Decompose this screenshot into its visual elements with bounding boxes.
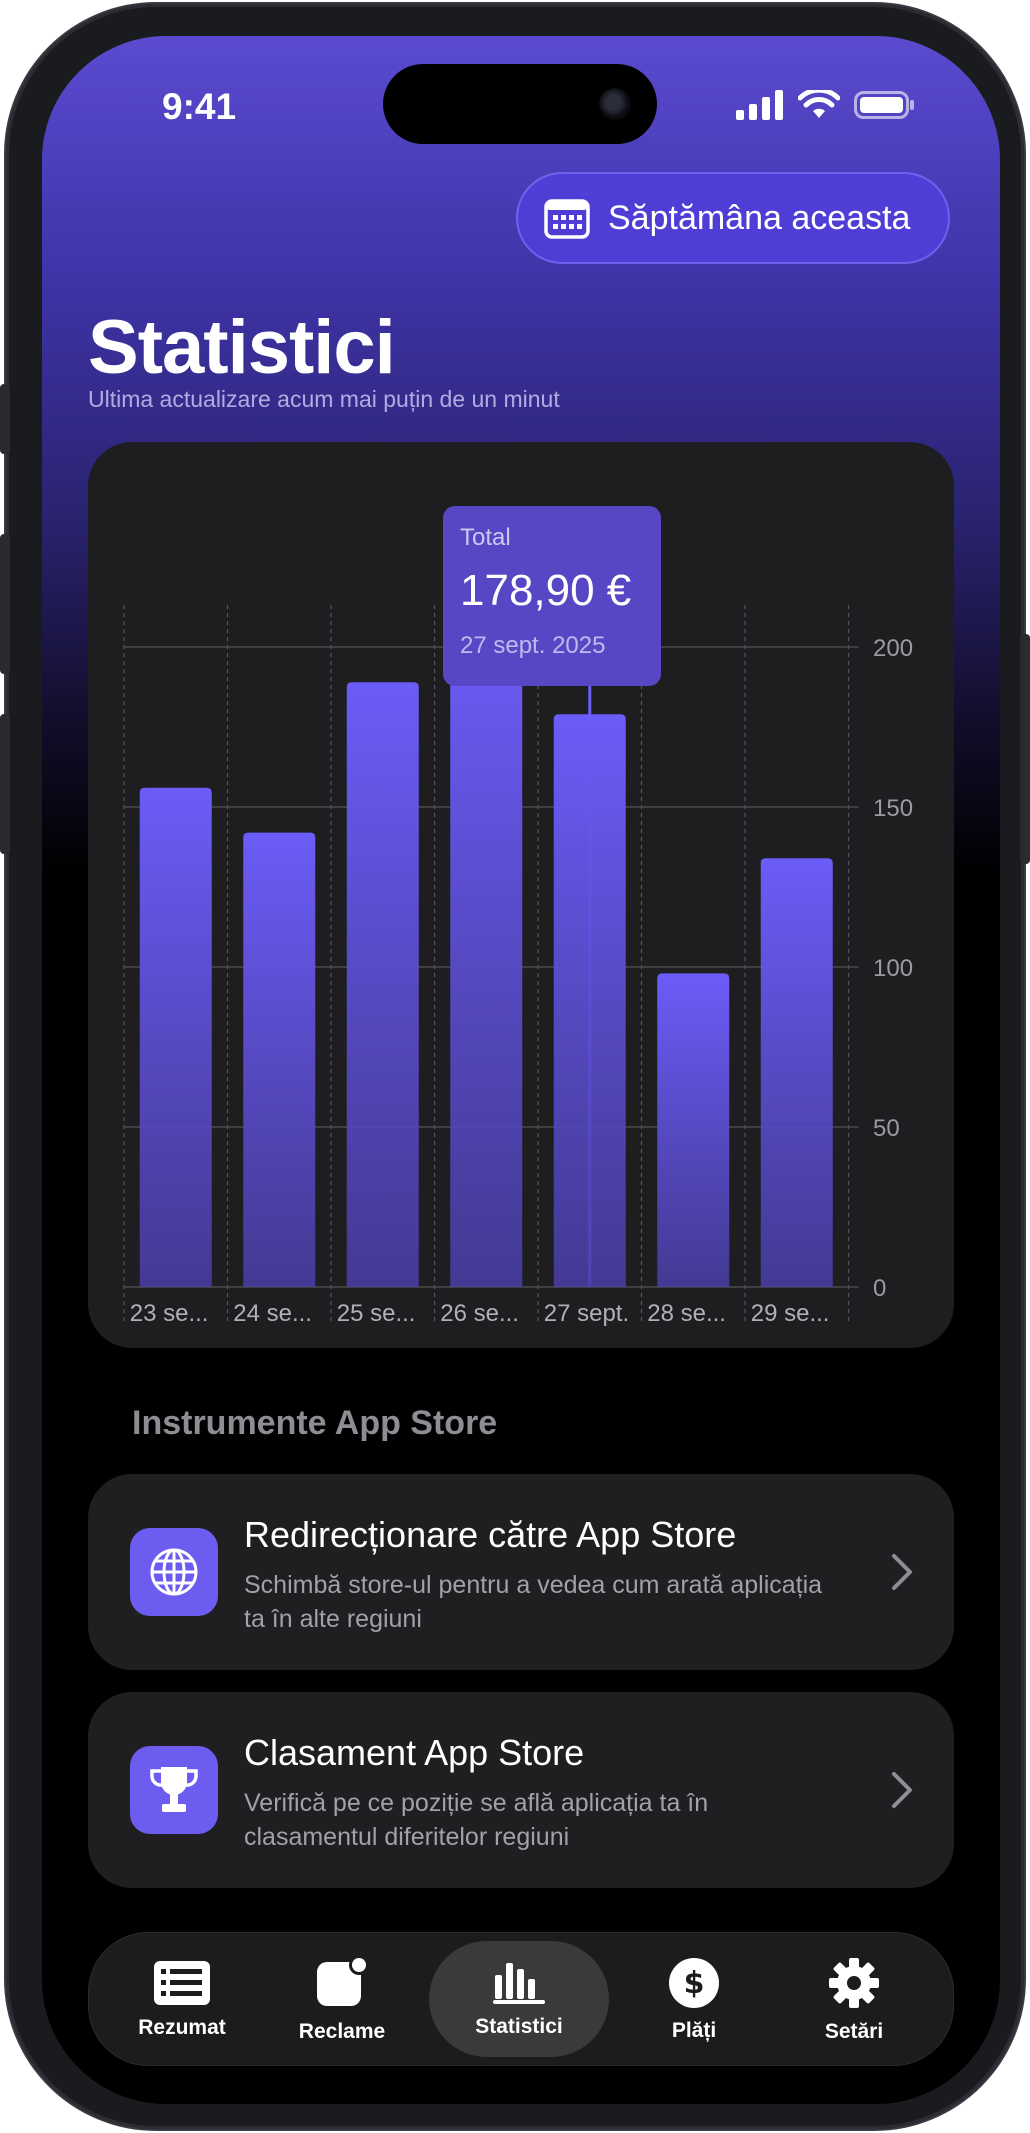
period-selector-button[interactable]: Săptămâna aceasta xyxy=(516,172,950,264)
tab-setari[interactable]: Setări xyxy=(779,1933,929,2067)
tab-reclame[interactable]: Reclame xyxy=(267,1933,417,2067)
app-store-redirect-card[interactable]: Redirecționare către App Store Schimbă s… xyxy=(88,1474,954,1670)
tab-label: Setări xyxy=(824,2020,884,2043)
screen: 9:41 Săptămâna aceasta Statistici Ultima… xyxy=(42,36,1000,2104)
status-time: 9:41 xyxy=(162,86,237,127)
section-title: Instrumente App Store xyxy=(132,1404,498,1442)
y-tick-label: 100 xyxy=(873,955,913,982)
tab-plati[interactable]: $ Plăți xyxy=(619,1933,769,2067)
chart-tooltip: Total 178,90 € 27 sept. 2025 xyxy=(443,506,661,686)
tab-rezumat[interactable]: Rezumat xyxy=(107,1933,257,2067)
chart-bar xyxy=(553,714,626,1287)
tab-label: Rezumat xyxy=(138,2016,226,2039)
dynamic-island xyxy=(383,64,657,144)
volume-up-button xyxy=(0,534,10,674)
tab-statistici[interactable]: Statistici xyxy=(429,1941,609,2057)
x-tick-label: 28 se... xyxy=(647,1300,726,1327)
tab-bar: Rezumat Reclame Statistici $ Plăți Setăr… xyxy=(88,1932,954,2066)
x-tick-label: 24 se... xyxy=(233,1300,312,1327)
dollar-icon: $ xyxy=(669,1958,719,2008)
notification-icon xyxy=(317,1956,369,2006)
calendar-icon xyxy=(544,199,590,239)
chevron-right-icon xyxy=(892,1772,912,1808)
phone-frame: 9:41 Săptămâna aceasta Statistici Ultima… xyxy=(0,4,1030,2129)
volume-down-button xyxy=(0,714,10,854)
chart-bar xyxy=(450,634,523,1287)
chart-bar xyxy=(346,682,419,1287)
status-icons xyxy=(736,90,916,120)
tool-description: Verifică pe ce poziție se află aplicația… xyxy=(244,1789,709,1851)
tab-label: Reclame xyxy=(298,2020,386,2043)
chart-bar xyxy=(657,973,730,1287)
x-tick-label: 23 se... xyxy=(130,1300,209,1327)
trophy-icon xyxy=(130,1746,218,1834)
period-label: Săptămâna aceasta xyxy=(608,198,911,237)
tab-label: Plăți xyxy=(671,2019,717,2042)
list-icon xyxy=(154,1961,210,2005)
mute-switch xyxy=(0,384,10,454)
tooltip-value: 178,90 € xyxy=(460,566,632,615)
tool-description: Schimbă store-ul pentru a vedea cum arat… xyxy=(244,1571,823,1633)
power-button xyxy=(1020,634,1030,864)
svg-text:$: $ xyxy=(684,1966,705,2001)
x-tick-label: 27 sept. xyxy=(544,1300,629,1327)
tool-title: Clasament App Store xyxy=(244,1732,585,1773)
tool-title: Redirecționare către App Store xyxy=(244,1514,737,1555)
gear-icon xyxy=(829,1958,879,2008)
y-tick-label: 200 xyxy=(873,635,913,662)
x-tick-label: 29 se... xyxy=(751,1300,830,1327)
wifi-icon xyxy=(798,90,840,118)
last-updated-text: Ultima actualizare acum mai puțin de un … xyxy=(88,386,560,412)
x-tick-label: 25 se... xyxy=(337,1300,416,1327)
tooltip-date: 27 sept. 2025 xyxy=(460,632,606,659)
y-tick-label: 150 xyxy=(873,795,913,822)
app-store-ranking-card[interactable]: Clasament App Store Verifică pe ce poziț… xyxy=(88,1692,954,1888)
signal-icon xyxy=(736,90,783,120)
chevron-right-icon xyxy=(892,1554,912,1590)
globe-icon xyxy=(130,1528,218,1616)
y-tick-label: 50 xyxy=(873,1115,900,1142)
bar-chart-icon xyxy=(493,1963,545,2004)
y-tick-label: 0 xyxy=(873,1275,886,1302)
chart-bar xyxy=(760,858,833,1287)
x-tick-label: 26 se... xyxy=(440,1300,519,1327)
camera-icon xyxy=(599,88,631,120)
page-title: Statistici xyxy=(88,305,396,390)
tooltip-label: Total xyxy=(460,524,511,551)
chart-bar xyxy=(139,787,212,1287)
chart-bar xyxy=(243,832,316,1287)
battery-icon xyxy=(854,91,914,119)
tab-label: Statistici xyxy=(475,2015,563,2038)
